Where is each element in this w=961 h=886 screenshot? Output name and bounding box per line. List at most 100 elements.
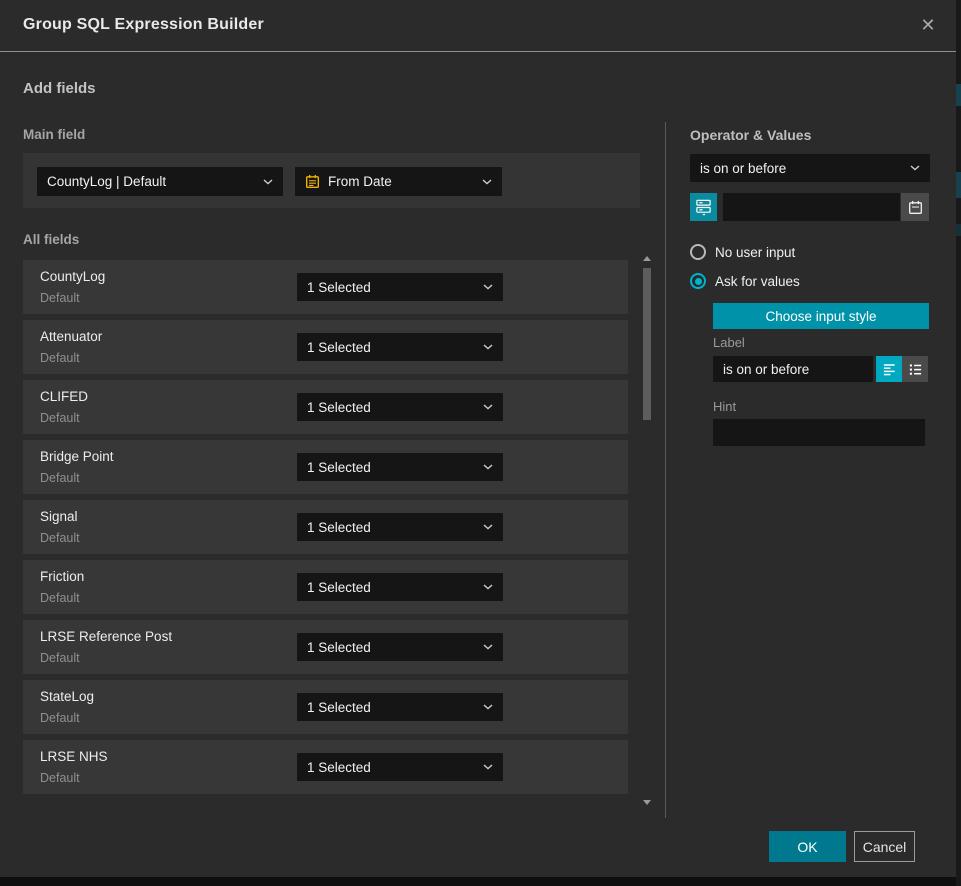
- chevron-down-icon: [483, 644, 493, 650]
- label-input[interactable]: [713, 356, 873, 382]
- field-row: CountyLog Default 1 Selected: [23, 260, 628, 314]
- calendar-icon: [908, 200, 923, 215]
- align-left-icon: [882, 362, 897, 377]
- field-row-selected-dropdown[interactable]: 1 Selected: [297, 513, 503, 541]
- date-picker-button[interactable]: [901, 193, 929, 221]
- field-row-sublabel: Default: [40, 771, 80, 785]
- operator-values-heading: Operator & Values: [690, 127, 811, 143]
- field-row-selected-dropdown[interactable]: 1 Selected: [297, 633, 503, 661]
- chevron-down-icon: [483, 344, 493, 350]
- label-caption: Label: [713, 335, 745, 350]
- field-row-selected-value: 1 Selected: [307, 400, 371, 415]
- chevron-down-icon: [483, 704, 493, 710]
- background-app-bottom-edge: [0, 877, 961, 886]
- add-fields-heading: Add fields: [23, 80, 96, 97]
- list-style-button[interactable]: [902, 356, 928, 382]
- all-fields-heading: All fields: [23, 232, 79, 247]
- field-row-selected-dropdown[interactable]: 1 Selected: [297, 573, 503, 601]
- chevron-down-icon: [483, 284, 493, 290]
- background-app-sliver: [956, 84, 961, 106]
- field-row-selected-dropdown[interactable]: 1 Selected: [297, 333, 503, 361]
- field-row-sublabel: Default: [40, 591, 80, 605]
- all-fields-list: CountyLog Default 1 Selected Attenuator …: [23, 260, 628, 800]
- ask-for-values-label[interactable]: Ask for values: [715, 274, 800, 289]
- radio-unselected-icon[interactable]: [690, 244, 706, 260]
- chevron-down-icon: [482, 179, 492, 185]
- field-row: CLIFED Default 1 Selected: [23, 380, 628, 434]
- no-user-input-option[interactable]: No user input: [690, 244, 795, 260]
- background-app-right-edge: [956, 0, 961, 886]
- input-type-button[interactable]: [690, 193, 717, 221]
- field-row-name: StateLog: [40, 689, 94, 704]
- field-row-sublabel: Default: [40, 411, 80, 425]
- field-row-name: Bridge Point: [40, 449, 114, 464]
- field-row: Friction Default 1 Selected: [23, 560, 628, 614]
- chevron-down-icon: [910, 165, 920, 171]
- field-row-selected-dropdown[interactable]: 1 Selected: [297, 753, 503, 781]
- background-app-sliver: [956, 224, 961, 236]
- field-row-name: CountyLog: [40, 269, 105, 284]
- main-layer-dropdown[interactable]: CountyLog | Default: [37, 167, 283, 196]
- field-row-sublabel: Default: [40, 531, 80, 545]
- background-app-sliver: [956, 172, 961, 198]
- field-row-name: LRSE Reference Post: [40, 629, 172, 644]
- chevron-down-icon: [483, 404, 493, 410]
- bullet-list-icon: [908, 362, 923, 377]
- field-row-selected-value: 1 Selected: [307, 640, 371, 655]
- no-user-input-label[interactable]: No user input: [715, 245, 795, 260]
- operator-dropdown[interactable]: is on or before: [690, 154, 930, 182]
- field-row: LRSE NHS Default 1 Selected: [23, 740, 628, 794]
- field-row-sublabel: Default: [40, 651, 80, 665]
- choose-input-style-button[interactable]: Choose input style: [713, 303, 929, 329]
- field-row: Attenuator Default 1 Selected: [23, 320, 628, 374]
- field-row-selected-value: 1 Selected: [307, 700, 371, 715]
- calendar-icon: [305, 174, 320, 189]
- chevron-down-icon: [483, 524, 493, 530]
- vertical-divider: [665, 122, 666, 818]
- field-row-selected-dropdown[interactable]: 1 Selected: [297, 393, 503, 421]
- main-layer-dropdown-value: CountyLog | Default: [47, 174, 166, 189]
- main-field-dropdown[interactable]: From Date: [295, 167, 502, 196]
- scrollbar-thumb[interactable]: [643, 268, 651, 420]
- ok-button[interactable]: OK: [769, 831, 846, 862]
- value-date-input[interactable]: [723, 193, 900, 221]
- chevron-down-icon: [483, 584, 493, 590]
- field-row-selected-dropdown[interactable]: 1 Selected: [297, 273, 503, 301]
- chevron-down-icon: [483, 464, 493, 470]
- field-row-sublabel: Default: [40, 471, 80, 485]
- single-line-style-button[interactable]: [876, 356, 902, 382]
- ask-for-values-option[interactable]: Ask for values: [690, 273, 800, 289]
- field-row: Bridge Point Default 1 Selected: [23, 440, 628, 494]
- field-row-selected-value: 1 Selected: [307, 580, 371, 595]
- scrollbar-up-arrow[interactable]: [643, 256, 651, 261]
- group-sql-expression-builder-dialog: Group SQL Expression Builder ✕ Add field…: [0, 0, 961, 886]
- title-bar: Group SQL Expression Builder ✕: [0, 0, 956, 52]
- field-row: Signal Default 1 Selected: [23, 500, 628, 554]
- radio-selected-icon[interactable]: [690, 273, 706, 289]
- field-row-selected-dropdown[interactable]: 1 Selected: [297, 453, 503, 481]
- input-type-icon: [695, 198, 712, 216]
- field-row-selected-value: 1 Selected: [307, 520, 371, 535]
- main-field-panel: CountyLog | Default From Date: [23, 153, 640, 208]
- field-row-sublabel: Default: [40, 711, 80, 725]
- dialog-title: Group SQL Expression Builder: [23, 16, 264, 34]
- close-icon[interactable]: ✕: [916, 13, 940, 37]
- scrollbar-down-arrow[interactable]: [643, 800, 651, 805]
- field-row-selected-dropdown[interactable]: 1 Selected: [297, 693, 503, 721]
- hint-input[interactable]: [713, 419, 925, 446]
- operator-dropdown-value: is on or before: [700, 161, 786, 176]
- field-row-selected-value: 1 Selected: [307, 280, 371, 295]
- field-row-name: LRSE NHS: [40, 749, 108, 764]
- field-row-name: Attenuator: [40, 329, 102, 344]
- field-row: LRSE Reference Post Default 1 Selected: [23, 620, 628, 674]
- field-row-name: Signal: [40, 509, 78, 524]
- field-row: StateLog Default 1 Selected: [23, 680, 628, 734]
- chevron-down-icon: [263, 179, 273, 185]
- chevron-down-icon: [483, 764, 493, 770]
- hint-caption: Hint: [713, 399, 736, 414]
- field-row-name: Friction: [40, 569, 84, 584]
- field-row-selected-value: 1 Selected: [307, 760, 371, 775]
- field-row-sublabel: Default: [40, 291, 80, 305]
- cancel-button[interactable]: Cancel: [854, 831, 915, 862]
- field-row-selected-value: 1 Selected: [307, 340, 371, 355]
